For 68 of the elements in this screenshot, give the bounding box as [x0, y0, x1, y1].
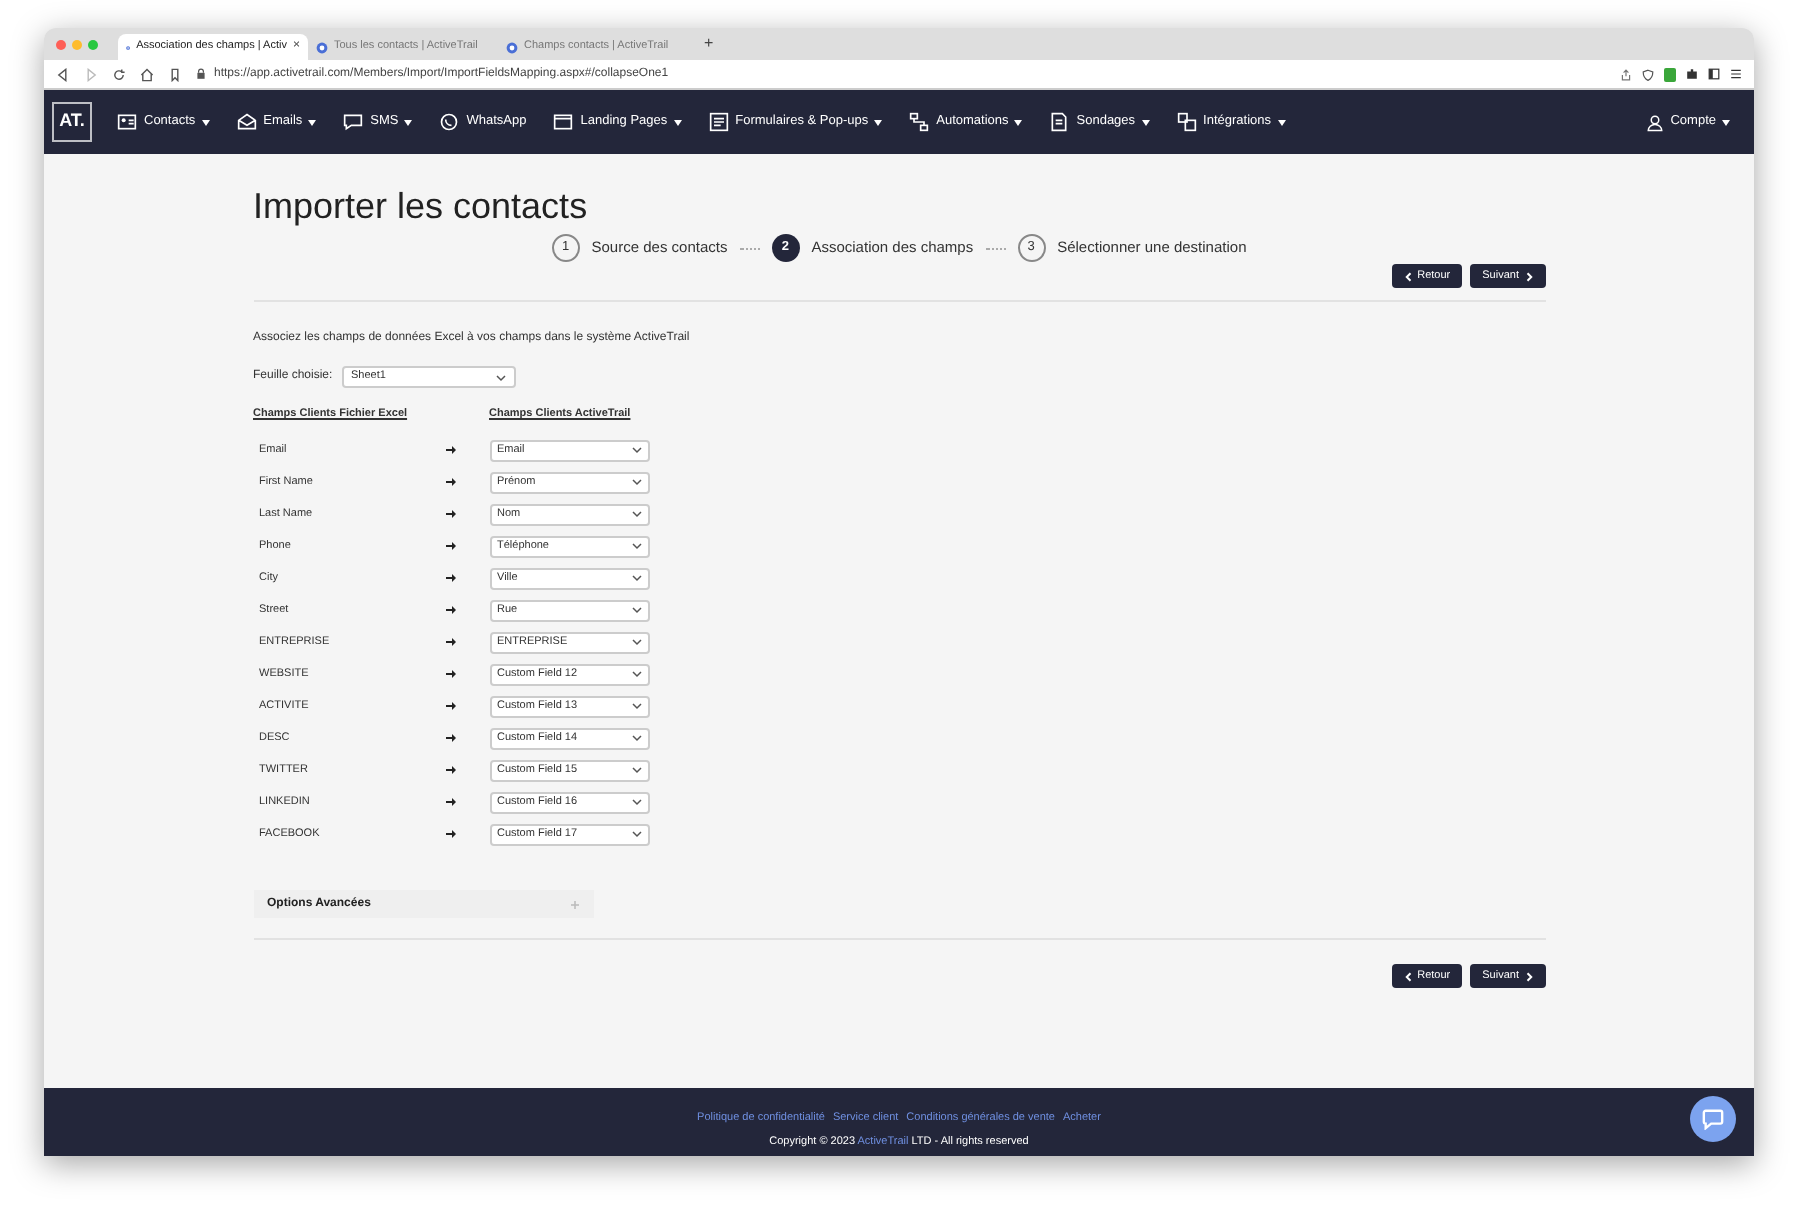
arrow-right-icon [445, 446, 455, 455]
shield-icon[interactable] [1642, 67, 1654, 81]
chevron-right-icon [1525, 971, 1533, 982]
arrow-right-icon [445, 830, 455, 839]
share-icon[interactable] [1620, 67, 1632, 81]
chevron-icon [631, 734, 641, 743]
speech-bubble-icon [342, 112, 365, 132]
caret-icon [874, 119, 883, 125]
chevron-left-icon [1403, 971, 1412, 982]
browser-page-icon [552, 112, 575, 132]
chevron-icon [631, 446, 641, 455]
user-icon [1646, 113, 1665, 131]
arrow-right-icon [445, 542, 455, 551]
lock-icon [196, 68, 206, 80]
extension-icon[interactable] [1664, 67, 1676, 81]
chevron-right-icon [1525, 271, 1533, 281]
envelope-icon [235, 112, 258, 132]
arrow-right-icon [445, 638, 455, 647]
flowchart-icon [908, 112, 931, 132]
reload-icon[interactable] [112, 67, 126, 81]
caret-icon [1722, 119, 1730, 125]
plus-icon [569, 899, 579, 910]
chevron-icon [631, 766, 641, 775]
chevron-icon [631, 478, 641, 487]
caret-icon [308, 119, 317, 125]
chevron-icon [631, 510, 641, 519]
menu-icon[interactable] [1730, 68, 1742, 80]
arrow-right-icon [445, 702, 455, 711]
logo[interactable]: AT. [52, 102, 92, 142]
caret-icon [1014, 119, 1023, 125]
caret-icon [201, 119, 210, 125]
page-title: Importer les contacts [253, 184, 590, 230]
chevron-icon [631, 606, 641, 615]
chevron-icon [631, 702, 641, 711]
back-icon[interactable] [56, 67, 70, 81]
chevron-icon [631, 830, 641, 839]
chevron-icon [495, 373, 505, 381]
chevron-icon [631, 670, 641, 679]
chevron-left-icon [1403, 271, 1412, 281]
arrow-right-icon [445, 606, 455, 615]
squares-icon [1175, 112, 1198, 132]
arrow-right-icon [445, 478, 455, 487]
site-icon [316, 41, 328, 53]
chat-icon [1702, 1108, 1724, 1130]
arrow-right-icon [445, 766, 455, 775]
arrow-right-icon [445, 574, 455, 583]
arrow-right-icon [445, 670, 455, 679]
home-icon[interactable] [140, 67, 154, 81]
phone-bubble-icon [438, 112, 461, 132]
caret-icon [404, 119, 413, 125]
arrow-right-icon [445, 798, 455, 807]
chevron-icon [631, 798, 641, 807]
arrow-right-icon [445, 734, 455, 743]
new-tab-button[interactable]: + [704, 32, 714, 56]
id-card-icon [116, 112, 138, 132]
chevron-icon [631, 574, 641, 583]
chevron-icon [631, 542, 641, 551]
caret-icon [1277, 119, 1286, 125]
chevron-icon [631, 638, 641, 647]
bookmark-icon[interactable] [168, 67, 182, 81]
caret-icon [1141, 119, 1150, 125]
arrow-right-icon [445, 510, 455, 519]
caret-icon [673, 119, 682, 125]
form-icon [707, 112, 730, 132]
document-icon [1048, 112, 1071, 132]
sidebar-icon[interactable] [1708, 68, 1720, 80]
puzzle-icon[interactable] [1686, 68, 1698, 80]
site-icon [506, 41, 518, 53]
